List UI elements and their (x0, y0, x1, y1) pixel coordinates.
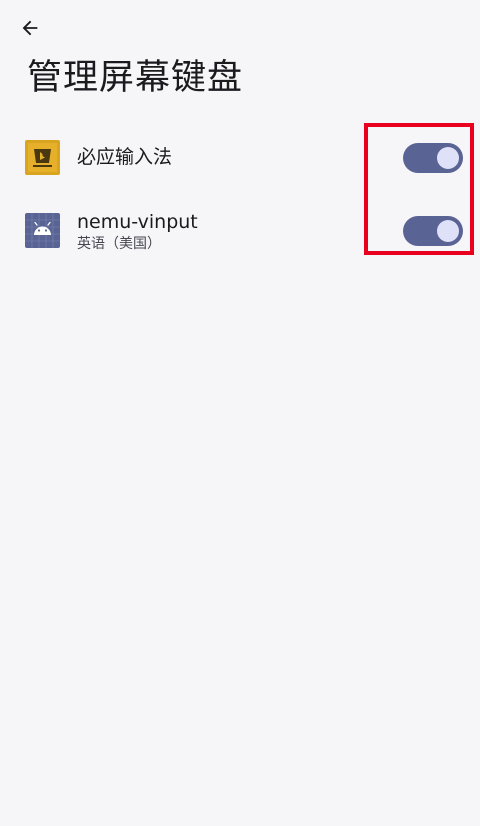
toggle-thumb (437, 147, 459, 169)
toggle-thumb (437, 220, 459, 242)
enable-toggle-bing[interactable] (403, 143, 463, 173)
keyboard-name: nemu-vinput (77, 211, 198, 233)
android-icon (25, 213, 60, 248)
keyboard-language: 英语（美国） (77, 236, 161, 252)
enable-toggle-nemu-vinput[interactable] (403, 216, 463, 246)
keyboard-name: 必应输入法 (77, 146, 173, 168)
bing-input-icon (25, 140, 60, 175)
page-title: 管理屏幕键盘 (27, 58, 244, 98)
keyboard-item-nemu-vinput[interactable]: nemu-vinput 英语（美国） (0, 194, 480, 266)
arrow-back-icon (22, 20, 38, 36)
keyboard-item-bing[interactable]: 必应输入法 (0, 121, 480, 193)
back-button[interactable] (12, 10, 48, 46)
